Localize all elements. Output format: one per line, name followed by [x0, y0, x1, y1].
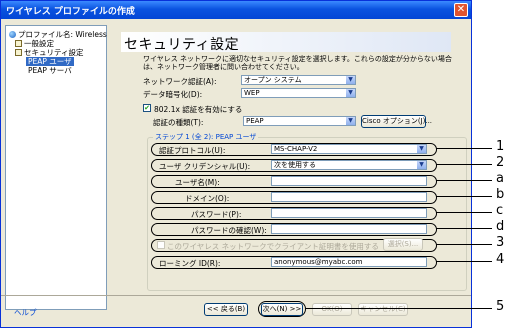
security-settings-panel: セキュリティ設定 ワイヤレス ネットワークに適切なセキュリティ設定を選択します。…: [111, 21, 471, 313]
user-credential-label: ユーザ クリデンシャル(U):: [159, 162, 251, 171]
enable-8021x-checkbox[interactable]: ✔: [143, 104, 151, 112]
leader-line-2: [436, 164, 492, 165]
step-title: ステップ 1 (全 2): PEAP ユーザ: [153, 132, 259, 142]
leader-line-3: [436, 244, 492, 245]
auth-type-label: 認証の種類(T):: [153, 118, 204, 127]
tree-item-profile[interactable]: プロファイル名: Wireless: [9, 30, 107, 39]
callout-label-5: 5: [496, 299, 505, 314]
document-icon: [15, 40, 22, 47]
network-auth-select[interactable]: オープン システム ▼: [241, 75, 356, 85]
title-bar[interactable]: ワイヤレス プロファイルの作成 ✕: [1, 1, 471, 19]
password-label: パスワード(P):: [191, 210, 242, 219]
domain-field[interactable]: [271, 192, 427, 202]
network-auth-label: ネットワーク認証(A):: [143, 77, 217, 86]
leader-line-c: [436, 212, 492, 213]
callout-label-2: 2: [496, 155, 505, 170]
callout-label-a: a: [496, 171, 504, 186]
chevron-down-icon: ▼: [346, 76, 355, 84]
callout-label-3: 3: [496, 235, 505, 250]
tree-item-general[interactable]: 一般設定: [15, 39, 54, 48]
client-cert-label: このワイヤレス ネットワークでクライアント証明書を使用する: [167, 242, 379, 251]
chevron-down-icon: ▼: [417, 161, 426, 169]
tree-item-security[interactable]: セキュリティ設定: [15, 48, 84, 57]
enable-8021x-label: 802.1x 認証を有効にする: [154, 105, 243, 114]
footer-divider: [1, 295, 471, 296]
leader-line-4: [436, 261, 492, 262]
data-encryption-select[interactable]: WEP ▼: [241, 88, 356, 98]
chevron-down-icon: ▼: [346, 89, 355, 97]
client-cert-checkbox[interactable]: [157, 241, 165, 249]
page-title: セキュリティ設定: [124, 37, 240, 53]
password-confirm-field[interactable]: [271, 224, 427, 234]
auth-protocol-select[interactable]: MS-CHAP-V2 ▼: [271, 144, 427, 154]
user-credential-select[interactable]: 次を使用する ▼: [271, 160, 427, 170]
tree-item-peap-user[interactable]: PEAP ユーザ: [26, 57, 74, 66]
close-button[interactable]: ✕: [454, 3, 468, 17]
data-encryption-label: データ暗号化(D):: [143, 90, 203, 99]
profile-dialog: ワイヤレス プロファイルの作成 ✕ プロファイル名: Wireless 一般設定…: [0, 0, 472, 328]
callout-label-1: 1: [496, 139, 505, 154]
auth-type-select[interactable]: PEAP ▼: [243, 116, 356, 126]
globe-icon: [9, 31, 16, 38]
callout-label-d: d: [496, 219, 505, 234]
leader-line-b: [436, 196, 492, 197]
roaming-id-field[interactable]: anonymous@myabc.com: [271, 257, 427, 267]
help-link[interactable]: ヘルプ: [14, 307, 37, 318]
leader-line-5: [306, 308, 492, 309]
domain-label: ドメイン(O):: [185, 194, 230, 203]
window-title: ワイヤレス プロファイルの作成: [6, 7, 135, 17]
back-button[interactable]: << 戻る(B): [204, 303, 248, 316]
chevron-down-icon: ▼: [346, 117, 355, 125]
lock-icon: [15, 49, 22, 56]
callout-label-b: b: [496, 187, 505, 202]
leader-line-a: [436, 180, 492, 181]
leader-line-1: [436, 148, 492, 149]
next-button[interactable]: 次へ(N) >>: [261, 303, 303, 316]
tree-item-peap-server[interactable]: PEAP サーバ: [28, 66, 72, 75]
auth-protocol-label: 認証プロトコル(U):: [159, 146, 226, 155]
password-field[interactable]: [271, 208, 427, 218]
password-confirm-label: パスワードの確認(W):: [191, 226, 267, 235]
chevron-down-icon: ▼: [417, 145, 426, 153]
username-field[interactable]: [271, 176, 427, 186]
cancel-button[interactable]: キャンセル(C): [358, 303, 408, 316]
username-label: ユーザ名(M):: [175, 178, 220, 187]
cisco-options-button[interactable]: Cisco オプション(J)...: [361, 115, 432, 128]
callout-label-c: c: [496, 203, 504, 218]
select-cert-button[interactable]: 選択(S)...: [383, 238, 423, 251]
callout-label-4: 4: [496, 252, 505, 267]
ok-button[interactable]: OK(O): [312, 303, 352, 316]
page-description: ワイヤレス ネットワークに適切なセキュリティ設定を選択します。これらの設定が分か…: [143, 55, 452, 71]
leader-line-d: [436, 228, 492, 229]
roaming-id-label: ローミング ID(R):: [159, 259, 221, 268]
profile-tree: プロファイル名: Wireless 一般設定 セキュリティ設定 PEAP ユーザ…: [5, 25, 107, 310]
